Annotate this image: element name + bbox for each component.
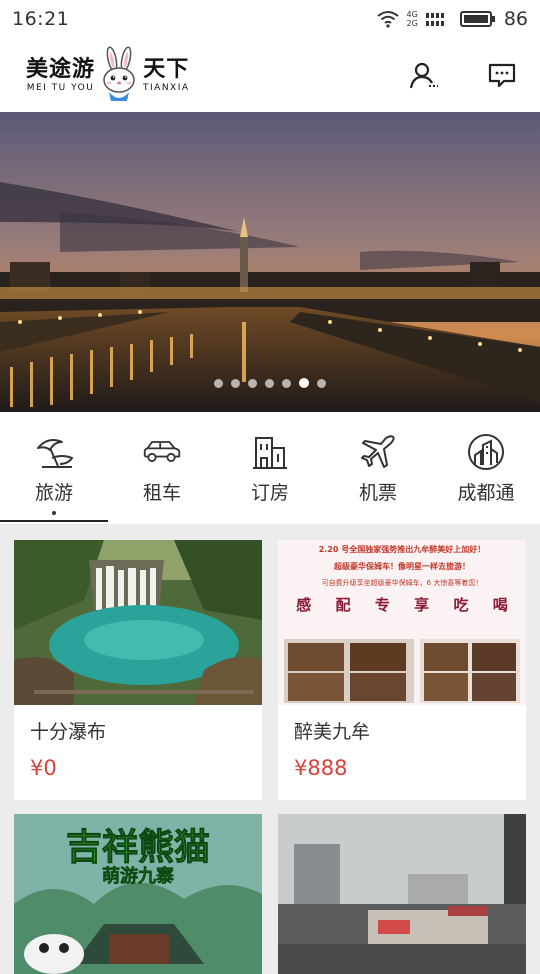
poster-line1: 2.20 号全国独家强势推出九牟醉美好上加好！ [318, 545, 486, 554]
carousel-dot[interactable] [299, 378, 309, 388]
banner-image-night-city [0, 112, 540, 412]
category-chengdu-label: 成都通 [457, 482, 515, 504]
product-price: ¥0 [30, 756, 57, 780]
carousel-dot[interactable] [231, 378, 240, 388]
product-grid: 十分瀑布 ¥0 2.20 号全国独家强势推出九牟醉美好上加好！ 超级豪华保姆车！… [14, 540, 526, 974]
product-image-city-street [278, 814, 526, 974]
poster-big-char: 享 [414, 596, 430, 614]
product-card[interactable]: 十分瀑布 ¥0 [14, 540, 262, 800]
poster-big-char: 吃 [453, 596, 469, 614]
battery-icon [459, 11, 495, 27]
beach-umbrella-icon-wrap [34, 432, 74, 472]
network-bottom: 2G [406, 19, 418, 28]
category-travel[interactable]: 旅游 [0, 412, 108, 524]
poster-big-char: 感 [296, 596, 312, 614]
rabbit-mascot-icon [103, 46, 135, 101]
status-bar: 16:21 4G 2G 86 [0, 0, 540, 38]
logo-cn-left: 美途游 [26, 56, 96, 82]
panda-poster-subtitle: 萌游九寨 [102, 866, 175, 888]
carousel-dot[interactable] [265, 378, 274, 388]
app-logo[interactable]: 美途游 MEI TU YOU 天下 TIANXIA [26, 46, 190, 104]
battery-level: 86 [503, 8, 528, 30]
logo-en-left: MEI TU YOU [26, 82, 95, 93]
category-flight-label: 机票 [358, 482, 397, 504]
category-chengdu[interactable]: 成都通 [432, 412, 540, 524]
category-selected-underline [0, 520, 108, 522]
carousel-dot[interactable] [214, 378, 223, 388]
poster-line2: 超级豪华保姆车！像明星一样去旅游！ [334, 562, 470, 571]
carousel-indicators [0, 378, 540, 388]
airplane-icon-wrap [358, 432, 398, 472]
category-travel-label: 旅游 [34, 482, 73, 504]
carousel-dot[interactable] [282, 378, 291, 388]
product-image-poster: 2.20 号全国独家强势推出九牟醉美好上加好！ 超级豪华保姆车！像明星一样去旅游… [278, 540, 526, 705]
category-car-rental-label: 租车 [142, 482, 181, 504]
product-image-waterfall [14, 540, 262, 705]
waterfall-image [14, 540, 262, 705]
product-card[interactable] [278, 814, 526, 974]
carousel-dot[interactable] [248, 378, 257, 388]
category-hotel[interactable]: 订房 [216, 412, 324, 524]
car-icon [143, 441, 181, 462]
product-image-panda-poster: 吉祥熊猫 萌游九寨 [14, 814, 262, 974]
building-icon-wrap [250, 432, 290, 472]
logo-word-left: 美途游 MEI TU YOU [26, 56, 96, 93]
status-indicators: 4G 2G 86 [376, 8, 528, 30]
carousel-dot[interactable] [317, 378, 326, 388]
signal-icon [425, 13, 444, 26]
poster-big-char: 喝 [492, 596, 508, 614]
banner-carousel[interactable] [0, 112, 540, 412]
message-icon [488, 63, 516, 88]
car-icon-wrap [142, 432, 182, 472]
poster-line3: 可自费升级享坐超级豪华保姆车，6 大惊喜等着您！ [321, 579, 483, 587]
city-icon-wrap [466, 432, 506, 472]
logo-word-right: 天下 TIANXIA [143, 56, 190, 93]
product-card[interactable]: 2.20 号全国独家强势推出九牟醉美好上加好！ 超级豪华保姆车！像明星一样去旅游… [278, 540, 526, 800]
poster-big-char: 专 [374, 596, 390, 614]
poster-big-row: 感 配 专 享 吃 喝 [284, 594, 520, 615]
logo-en-right: TIANXIA [143, 82, 190, 93]
logo-cn-right: 天下 [143, 56, 190, 82]
poster-big-char: 配 [335, 596, 351, 614]
city-street-image [278, 814, 526, 974]
building-icon [253, 437, 287, 469]
city-icon [468, 434, 504, 470]
category-car-rental[interactable]: 租车 [108, 412, 216, 524]
header-actions [408, 59, 518, 91]
network-type: 4G 2G [407, 10, 418, 28]
category-nav: 旅游 租车 订房 机票 成都通 [0, 412, 540, 524]
bus-interior-photos [284, 639, 520, 703]
product-card[interactable]: 吉祥熊猫 萌游九寨 [14, 814, 262, 974]
app-header: 美途游 MEI TU YOU 天下 TIANXIA [0, 38, 540, 112]
product-title: 醉美九牟 [294, 721, 371, 743]
network-top: 4G [406, 10, 418, 19]
category-hotel-label: 订房 [250, 482, 289, 504]
user-icon [409, 62, 438, 89]
wifi-icon [376, 11, 399, 28]
beach-umbrella-icon [37, 439, 74, 468]
user-button[interactable] [408, 59, 440, 91]
message-button[interactable] [486, 59, 518, 91]
product-price: ¥888 [294, 756, 348, 780]
status-time: 16:21 [12, 8, 70, 30]
category-selected-dot [52, 511, 56, 515]
category-flight[interactable]: 机票 [324, 412, 432, 524]
product-title: 十分瀑布 [30, 721, 107, 743]
airplane-icon [361, 435, 395, 468]
